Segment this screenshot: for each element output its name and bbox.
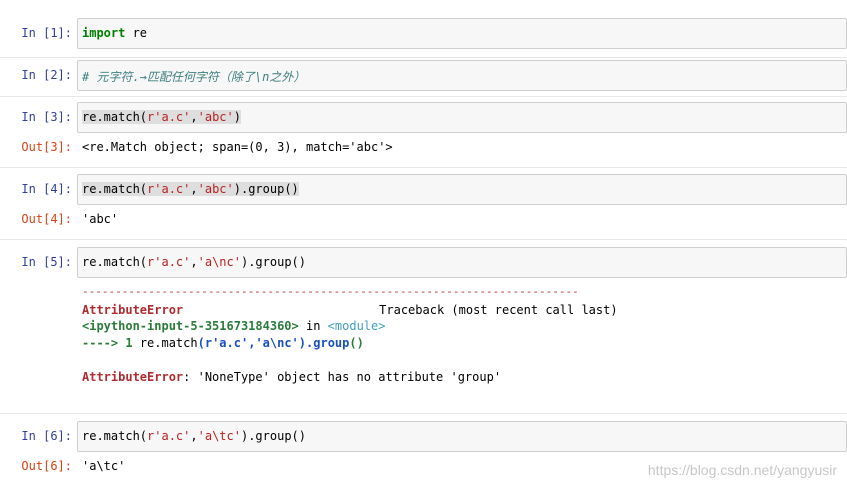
string-literal: 'abc' bbox=[197, 110, 234, 124]
cell-divider bbox=[0, 167, 847, 168]
cell-2: In [2]: # 元字符.→匹配任何字符（除了\n之外） bbox=[0, 60, 847, 91]
code-line: re.match(r'a.c','abc').group() bbox=[82, 182, 299, 196]
code-text: ).group() bbox=[240, 255, 307, 269]
string-literal: r'a.c' bbox=[204, 336, 249, 350]
code-text: re bbox=[125, 26, 148, 40]
cell-divider bbox=[0, 57, 847, 58]
input-prompt: In [6]: bbox=[21, 429, 72, 443]
code-text: ).group() bbox=[233, 182, 299, 196]
error-message-line: AttributeError: 'NoneType' object has no… bbox=[82, 370, 501, 384]
error-header-line: AttributeError Traceback (most recent cal… bbox=[82, 303, 618, 317]
cell-1: In [1]: import re bbox=[0, 18, 847, 49]
code-input-cell[interactable] bbox=[77, 18, 847, 49]
output-prompt: Out[6]: bbox=[21, 459, 72, 473]
string-literal: r'a.c' bbox=[147, 110, 191, 124]
watermark: https://blog.csdn.net/yangyusir bbox=[647, 462, 837, 478]
code-line: import re bbox=[82, 26, 147, 40]
code-text: ).group bbox=[298, 336, 350, 350]
string-literal: 'abc' bbox=[197, 182, 234, 196]
code-paren: ( bbox=[197, 336, 205, 350]
output-prompt: Out[3]: bbox=[21, 140, 72, 154]
cell-3: In [3]: re.match(r'a.c','abc') Out[3]: <… bbox=[0, 102, 847, 162]
output-text: 'abc' bbox=[82, 212, 119, 226]
error-location-line: <ipython-input-5-351673184360> in <modul… bbox=[82, 319, 385, 333]
error-location: <ipython-input-5-351673184360> bbox=[82, 319, 299, 333]
code-text: re.match( bbox=[82, 182, 148, 196]
code-text: , bbox=[190, 255, 198, 269]
traceback-label: Traceback (most recent call last) bbox=[379, 303, 618, 317]
error-separator: ----------------------------------------… bbox=[82, 285, 579, 298]
output-prompt: Out[4]: bbox=[21, 212, 72, 226]
cell-divider bbox=[0, 239, 847, 240]
error-arrow: ----> 1 bbox=[82, 336, 133, 350]
code-text: ).group() bbox=[240, 429, 307, 443]
code-text: re.match( bbox=[82, 429, 148, 443]
string-literal: 'a\nc' bbox=[255, 336, 299, 350]
error-source-line: ----> 1 re.match(r'a.c','a\nc').group() bbox=[82, 336, 364, 350]
output-text: 'a\tc' bbox=[82, 459, 126, 473]
code-text: , bbox=[190, 429, 198, 443]
cell-divider bbox=[0, 413, 847, 414]
code-comment: # 元字符.→匹配任何字符（除了\n之外） bbox=[82, 70, 306, 84]
cell-divider bbox=[0, 96, 847, 97]
string-literal: 'a\tc' bbox=[197, 429, 241, 443]
input-prompt: In [5]: bbox=[21, 255, 72, 269]
string-literal: r'a.c' bbox=[147, 429, 191, 443]
code-line: re.match(r'a.c','a\tc').group() bbox=[82, 429, 306, 443]
code-line: re.match(r'a.c','a\nc').group() bbox=[82, 255, 306, 269]
output-text: <re.Match object; span=(0, 3), match='ab… bbox=[82, 140, 393, 154]
code-text: re.match( bbox=[82, 110, 148, 124]
input-prompt: In [1]: bbox=[21, 26, 72, 40]
code-line: re.match(r'a.c','abc') bbox=[82, 110, 241, 124]
code-text: ) bbox=[233, 110, 241, 124]
cell-4: In [4]: re.match(r'a.c','abc').group() O… bbox=[0, 174, 847, 234]
code-text: , bbox=[190, 182, 198, 196]
string-literal: r'a.c' bbox=[147, 182, 191, 196]
cell-5: In [5]: re.match(r'a.c','a\nc').group() … bbox=[0, 247, 847, 397]
error-message: : 'NoneType' object has no attribute 'gr… bbox=[183, 370, 502, 384]
input-prompt: In [2]: bbox=[21, 68, 72, 82]
code-call: () bbox=[349, 336, 364, 350]
input-prompt: In [3]: bbox=[21, 110, 72, 124]
keyword: import bbox=[82, 26, 126, 40]
code-text: re.match( bbox=[82, 255, 148, 269]
error-type: AttributeError bbox=[82, 370, 184, 384]
code-text: re.match bbox=[139, 336, 198, 350]
error-module: <module> bbox=[327, 319, 386, 333]
string-literal: r'a.c' bbox=[147, 255, 191, 269]
input-prompt: In [4]: bbox=[21, 182, 72, 196]
error-type: AttributeError bbox=[82, 303, 184, 317]
code-text: , bbox=[190, 110, 198, 124]
in-word: in bbox=[305, 319, 321, 333]
string-literal: 'a\nc' bbox=[197, 255, 241, 269]
